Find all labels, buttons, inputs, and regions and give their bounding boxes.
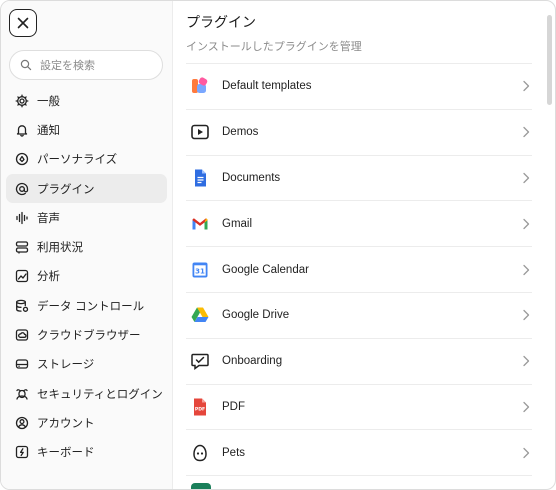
plugin-name: Demos [222, 126, 259, 139]
bell-icon [16, 125, 28, 137]
chevron-right-icon [523, 81, 530, 92]
scrollbar-thumb[interactable] [547, 15, 552, 105]
plugin-name: Onboarding [222, 355, 283, 368]
sidebar-item-label: 通知 [37, 122, 60, 137]
plugin-row-demos[interactable]: Demos [186, 110, 532, 156]
account-icon [15, 416, 29, 430]
sidebar-item-label: 利用状況 [37, 240, 83, 255]
plugin-row-google-drive[interactable]: Google Drive [186, 293, 532, 339]
gear-icon [15, 94, 29, 108]
search-input[interactable] [40, 58, 150, 72]
sidebar-item-account[interactable]: アカウント [6, 408, 167, 437]
plugin-row-pdf[interactable]: PDF PDF [186, 385, 532, 431]
plugin-row-pets[interactable]: Pets [186, 430, 532, 477]
search-box[interactable] [9, 50, 163, 80]
page-subtitle: インストールしたプラグインを管理 [186, 40, 362, 53]
plugin-row-onboarding[interactable]: Onboarding [186, 339, 532, 385]
sidebar-item-label: アカウント [37, 415, 95, 430]
scrollbar[interactable] [545, 1, 553, 489]
gmail-icon [189, 213, 211, 235]
sidebar-item-label: セキュリティとログイン [37, 386, 163, 401]
sidebar-item-label: プラグイン [37, 181, 95, 196]
sidebar-item-security[interactable]: セキュリティとログイン [6, 379, 167, 408]
pdf-icon: PDF [189, 396, 211, 418]
chevron-right-icon [523, 218, 530, 229]
sidebar-item-chart[interactable]: 分析 [6, 262, 167, 291]
chevron-right-icon [523, 356, 530, 367]
plugin-name: Documents [222, 171, 281, 184]
usage-icon [15, 241, 29, 254]
sidebar-item-label: ストレージ [37, 357, 95, 372]
plugin-name: Default templates [222, 80, 312, 93]
sidebar-item-keyboard[interactable]: キーボード [6, 438, 167, 467]
sidebar-item-label: 分析 [37, 269, 60, 284]
google-drive-icon [189, 304, 211, 326]
play-icon [189, 121, 211, 143]
sidebar-item-label: キーボード [37, 445, 95, 460]
sidebar-item-gear[interactable]: 一般 [6, 86, 167, 115]
next-plugin-icon-peek [191, 483, 211, 489]
page-title: プラグイン [186, 15, 256, 31]
sidebar-item-label: データ コントロール [37, 298, 145, 313]
settings-window: 一般通知パーソナライズプラグイン音声利用状況分析データ コントロールクラウドブラ… [0, 0, 556, 490]
plugin-row-google-calendar[interactable]: 31 Google Calendar [186, 247, 532, 293]
chevron-right-icon [523, 310, 530, 321]
sidebar-item-bell[interactable]: 通知 [6, 115, 167, 144]
main-panel: プラグイン インストールしたプラグインを管理 Default templates… [173, 1, 555, 489]
close-button[interactable] [9, 9, 37, 37]
sidebar-item-label: 一般 [37, 93, 60, 108]
svg-text:31: 31 [195, 267, 205, 275]
plugin-name: PDF [222, 400, 245, 413]
pets-icon [189, 442, 211, 464]
chevron-right-icon [523, 447, 530, 458]
sidebar-item-personalize[interactable]: パーソナライズ [6, 145, 167, 174]
sidebar-nav: 一般通知パーソナライズ プラグイン音声利用状況分析データ コントロール クラウドブラ… [6, 86, 167, 467]
database-icon [16, 299, 29, 312]
svg-text:PDF: PDF [195, 406, 205, 412]
plugin-list: Default templates Demos Documents Gmail 31 Go… [186, 63, 532, 477]
cloud-browser-icon [15, 329, 29, 341]
at-icon [15, 182, 29, 195]
plugin-row-documents[interactable]: Documents [186, 156, 532, 202]
plugin-row-default-templates[interactable]: Default templates [186, 64, 532, 110]
personalize-icon [15, 153, 29, 166]
chart-icon [15, 270, 29, 283]
search-icon [20, 59, 32, 71]
security-icon [16, 388, 28, 400]
plugin-name: Pets [222, 446, 246, 459]
onboarding-icon [189, 350, 211, 372]
templates-icon [189, 75, 211, 97]
close-icon [17, 17, 29, 29]
sidebar-item-database[interactable]: データ コントロール [6, 291, 167, 320]
google-docs-icon [189, 167, 211, 189]
sidebar-item-label: パーソナライズ [37, 152, 118, 167]
chevron-right-icon [523, 172, 530, 184]
voice-icon [16, 211, 28, 224]
plugin-row-gmail[interactable]: Gmail [186, 201, 532, 248]
sidebar-item-label: クラウドブラウザー [37, 328, 141, 343]
chevron-right-icon [523, 127, 530, 138]
sidebar: 一般通知パーソナライズプラグイン音声利用状況分析データ コントロールクラウドブラ… [1, 1, 173, 489]
sidebar-item-cloud-browser[interactable]: クラウドブラウザー [6, 320, 167, 349]
plugin-name: Gmail [222, 217, 253, 230]
keyboard-icon [15, 446, 29, 459]
sidebar-item-voice[interactable]: 音声 [6, 203, 167, 232]
chevron-right-icon [523, 264, 530, 275]
sidebar-item-storage[interactable]: ストレージ [6, 350, 167, 379]
sidebar-item-usage[interactable]: 利用状況 [6, 232, 167, 261]
sidebar-item-at[interactable]: プラグイン [6, 173, 167, 204]
storage-icon [15, 359, 29, 369]
google-calendar-icon: 31 [189, 259, 211, 281]
plugin-name: Google Calendar [222, 263, 309, 276]
chevron-right-icon [523, 401, 530, 413]
sidebar-item-label: 音声 [37, 210, 60, 225]
plugin-name: Google Drive [222, 309, 290, 322]
